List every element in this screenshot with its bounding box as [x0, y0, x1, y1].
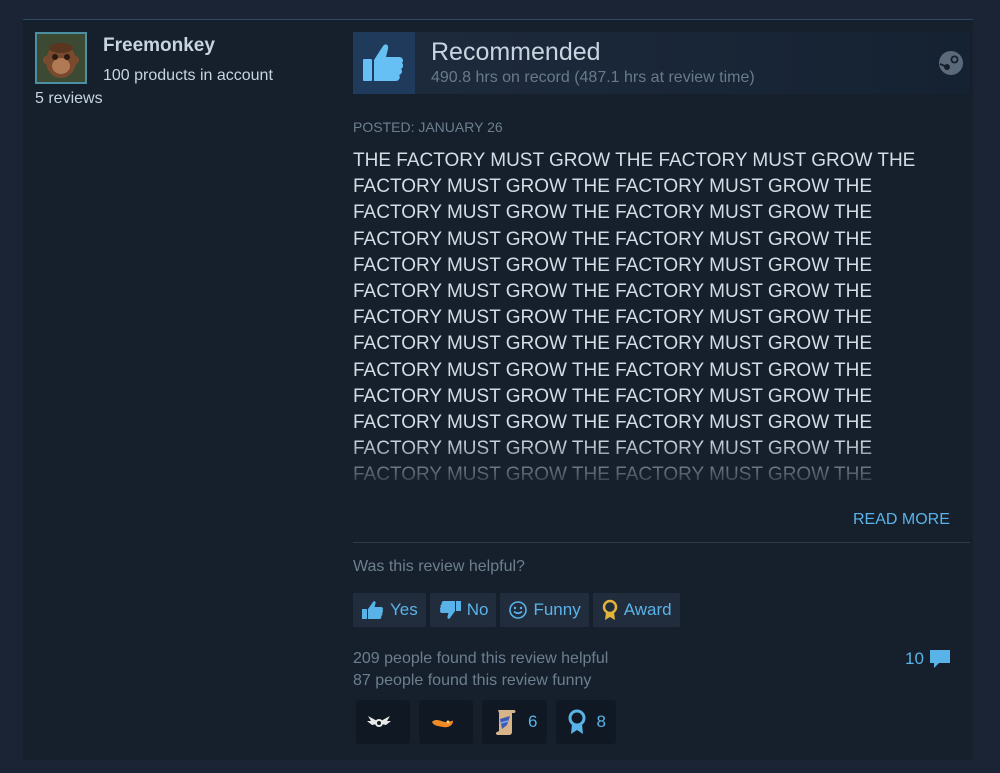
thumbs-up-icon: [362, 601, 384, 619]
review-card: Freemonkey 100 products in account 5 rev…: [23, 19, 973, 760]
vote-header: Recommended 490.8 hrs on record (487.1 h…: [353, 32, 970, 94]
review-body: THE FACTORY MUST GROW THE FACTORY MUST G…: [353, 148, 943, 484]
no-button[interactable]: No: [429, 593, 497, 627]
thumbs-up-icon: [353, 32, 415, 94]
yes-button[interactable]: Yes: [353, 593, 426, 627]
comment-count: 10: [905, 649, 924, 668]
review-fade: [353, 438, 943, 484]
author-products[interactable]: 100 products in account: [103, 67, 273, 85]
winged-award-icon: [367, 716, 391, 727]
review-text: THE FACTORY MUST GROW THE FACTORY MUST G…: [353, 150, 916, 484]
author-name[interactable]: Freemonkey: [103, 35, 215, 57]
vote-title: Recommended: [431, 38, 601, 66]
award-item[interactable]: [419, 700, 473, 744]
award-button[interactable]: Award: [592, 593, 680, 627]
avatar[interactable]: [35, 32, 87, 84]
monkey-avatar-icon: [37, 34, 85, 82]
steam-logo-icon: [939, 51, 963, 75]
vote-buttons: Yes No Funny Award: [353, 593, 680, 627]
read-more-link[interactable]: READ MORE: [853, 511, 950, 529]
award-count: 8: [596, 712, 606, 731]
award-label: Award: [623, 600, 672, 619]
award-item[interactable]: 6: [482, 700, 548, 744]
comments-link[interactable]: 10: [905, 648, 952, 670]
yes-label: Yes: [390, 600, 418, 619]
ribbon-award-icon: [568, 709, 586, 734]
divider: [353, 542, 970, 543]
award-ribbon-icon: [602, 599, 617, 620]
scroll-award-icon: [495, 710, 516, 735]
award-item[interactable]: [356, 700, 410, 744]
awards-bar: 6 8: [356, 700, 616, 744]
funny-button[interactable]: Funny: [500, 593, 589, 627]
hot-take-award-icon: [432, 719, 453, 728]
thumbs-down-icon: [439, 601, 461, 619]
award-count: 6: [528, 712, 538, 731]
no-label: No: [466, 600, 489, 619]
posted-date: POSTED: JANUARY 26: [353, 119, 503, 135]
smiley-icon: [509, 601, 528, 619]
funny-label: Funny: [533, 600, 581, 619]
comment-bubble-icon: [929, 650, 950, 668]
author-reviews[interactable]: 5 reviews: [35, 90, 103, 108]
award-item[interactable]: 8: [556, 700, 616, 744]
helpful-count: 209 people found this review helpful: [353, 650, 609, 667]
helpful-question: Was this review helpful?: [353, 558, 525, 575]
funny-count: 87 people found this review funny: [353, 672, 592, 689]
hours-on-record: 490.8 hrs on record (487.1 hrs at review…: [431, 69, 755, 86]
